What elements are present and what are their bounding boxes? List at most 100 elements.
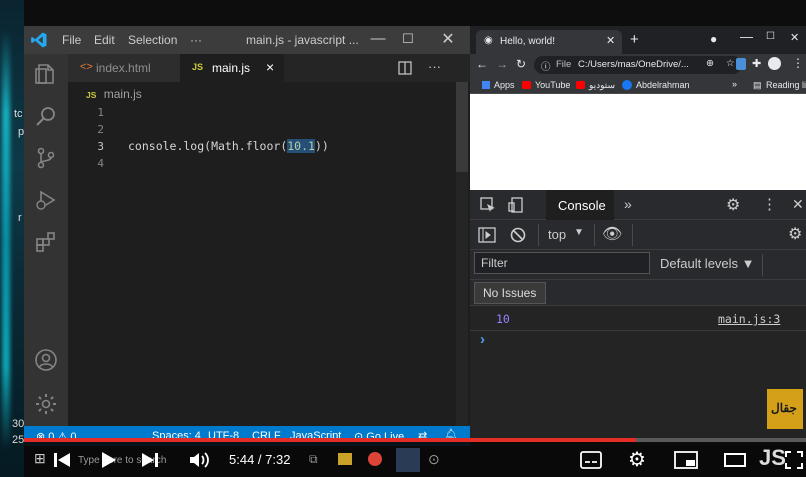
devtools-menu-icon[interactable]: ⋮ — [762, 195, 777, 213]
console-prompt[interactable]: › — [480, 331, 485, 348]
chrome-menu-icon[interactable]: ⋮ — [792, 56, 804, 70]
tab-close-icon[interactable]: × — [266, 59, 274, 75]
breadcrumb-file[interactable]: main.js — [104, 87, 142, 101]
console-output[interactable]: 10 main.js:3 › — [470, 306, 806, 446]
menu-file[interactable]: File — [62, 33, 81, 47]
close-button[interactable]: ✕ — [438, 29, 458, 49]
settings-gear-icon[interactable] — [34, 392, 58, 416]
scrollbar-thumb[interactable] — [456, 82, 468, 172]
vscode-titlebar: File Edit Selection ··· main.js - javasc… — [24, 26, 470, 54]
console-settings-gear-icon[interactable]: ⚙ — [788, 224, 802, 244]
browser-tab[interactable]: ◉ Hello, world! ✕ — [476, 30, 622, 54]
video-controls: ⊞ Type here to search 5:44 / 7:32 ⧉ ⊙ ⚙ … — [24, 442, 806, 477]
reading-list[interactable]: Reading list — [766, 80, 806, 90]
line-number: 2 — [97, 123, 104, 136]
miniplayer-icon[interactable] — [674, 451, 698, 469]
bookmark-star-icon[interactable]: ☆ — [726, 58, 735, 69]
maximize-button[interactable]: ☐ — [398, 31, 418, 47]
tab-label: main.js — [212, 61, 251, 75]
browser-toolbar: ← → ↻ ⓘ File C:/Users/mas/OneDrive/... ⊕… — [470, 54, 806, 76]
tab-index-html[interactable]: <> index.html — [68, 54, 180, 82]
source-control-icon[interactable] — [34, 146, 58, 170]
editor-more-actions-icon[interactable]: ··· — [428, 59, 441, 74]
channel-watermark[interactable]: جقال — [767, 389, 803, 429]
info-icon: ⓘ — [541, 62, 551, 73]
editor-scrollbar[interactable] — [456, 82, 468, 426]
back-icon[interactable]: ← — [476, 57, 488, 71]
devtools-close-icon[interactable]: ✕ — [792, 196, 804, 213]
run-debug-icon[interactable] — [34, 188, 58, 212]
account-icon[interactable] — [34, 348, 58, 372]
strip-text: 25 — [12, 434, 25, 446]
reading-list-icon: ▤ — [753, 80, 762, 90]
inspect-element-icon[interactable] — [480, 197, 496, 213]
explorer-icon[interactable] — [34, 62, 58, 86]
filter-input[interactable]: Filter — [474, 252, 650, 274]
line-number: 4 — [97, 157, 104, 170]
next-video-icon[interactable] — [140, 450, 160, 470]
issues-button[interactable]: No Issues — [474, 282, 546, 304]
volume-icon[interactable] — [188, 450, 210, 470]
extension-icon[interactable] — [736, 58, 746, 70]
new-tab-button[interactable]: + — [630, 31, 639, 48]
address-bar[interactable]: ⓘ File C:/Users/mas/OneDrive/... ⊕ ☆ — [534, 56, 742, 74]
log-levels-dropdown[interactable]: Default levels ▼ — [660, 256, 755, 271]
web-page-content[interactable] — [470, 94, 806, 190]
settings-gear-icon[interactable]: ⚙ — [628, 447, 646, 472]
tab-main-js[interactable]: JS main.js × — [180, 54, 284, 82]
extensions-puzzle-icon[interactable]: ✚ — [752, 57, 761, 70]
previous-video-icon[interactable] — [52, 450, 72, 470]
minimize-button[interactable]: — — [368, 30, 388, 47]
reload-icon[interactable]: ↻ — [516, 57, 526, 71]
strip-text: 30 — [12, 418, 25, 430]
breadcrumb: JS main.js — [86, 87, 142, 101]
extensions-icon[interactable] — [34, 230, 58, 254]
fullscreen-icon[interactable] — [784, 450, 804, 470]
zoom-icon[interactable]: ⊕ — [706, 58, 714, 69]
tab-close-icon[interactable]: ✕ — [606, 34, 615, 47]
context-selector[interactable]: top — [548, 227, 566, 242]
search-icon[interactable] — [34, 104, 58, 128]
code-text: console.log(Math.floor( — [128, 139, 288, 153]
toolbar-divider — [594, 224, 595, 246]
bookmarks-overflow[interactable]: » — [732, 79, 737, 89]
browser-close-button[interactable]: ✕ — [790, 31, 799, 44]
more-tabs-icon[interactable]: » — [624, 196, 632, 212]
chrome-window: ◉ Hello, world! ✕ + ● — ☐ ✕ ← → ↻ ⓘ File… — [470, 26, 806, 190]
tab-console[interactable]: Console — [546, 190, 614, 220]
js-watermark: JS — [759, 445, 786, 470]
bookmarks-bar: Apps YouTube ستوديو Abdelrahman » ▤ Read… — [470, 76, 806, 94]
subtitles-icon[interactable] — [580, 450, 602, 470]
code-editor[interactable]: JS main.js 1 2 3 4 console.log(Math.floo… — [68, 82, 470, 426]
split-editor-icon[interactable] — [398, 61, 412, 75]
menu-more[interactable]: ··· — [190, 33, 202, 47]
browser-minimize-button[interactable]: — — [740, 29, 753, 44]
live-expression-eye-icon[interactable]: 👁︎ — [602, 224, 622, 244]
code-line-3[interactable]: console.log(Math.floor(10.1)) — [128, 139, 329, 153]
devtools-settings-gear-icon[interactable]: ⚙ — [726, 195, 740, 215]
taskbar-app-icon: ⧉ — [309, 452, 318, 466]
profile-avatar[interactable] — [768, 57, 781, 70]
line-number: 3 — [97, 140, 104, 153]
bookmark-apps[interactable]: Apps — [494, 80, 515, 90]
menu-edit[interactable]: Edit — [94, 33, 115, 47]
clear-console-icon[interactable] — [510, 227, 526, 243]
vscode-window: File Edit Selection ··· main.js - javasc… — [24, 26, 470, 446]
menu-selection[interactable]: Selection — [128, 33, 177, 47]
forward-icon[interactable]: → — [496, 57, 508, 71]
bookmark-youtube[interactable]: YouTube — [535, 80, 570, 90]
play-icon[interactable] — [98, 450, 118, 470]
bookmark-abdelrahman[interactable]: Abdelrahman — [636, 80, 690, 90]
tab-search-icon[interactable]: ● — [710, 32, 717, 46]
selected-text: 10.1 — [287, 139, 315, 153]
sidebar-toggle-icon[interactable] — [478, 227, 496, 243]
theater-mode-icon[interactable] — [724, 453, 746, 467]
chevron-down-icon[interactable]: ▼ — [574, 227, 584, 238]
background-glow — [2, 30, 10, 450]
browser-maximize-button[interactable]: ☐ — [766, 31, 775, 42]
strip-text: tc — [14, 108, 23, 120]
bookmark-studio[interactable]: ستوديو — [589, 80, 615, 91]
console-log-source-link[interactable]: main.js:3 — [718, 312, 780, 326]
browser-tab-title: Hello, world! — [500, 36, 556, 47]
device-toolbar-icon[interactable] — [508, 197, 524, 213]
